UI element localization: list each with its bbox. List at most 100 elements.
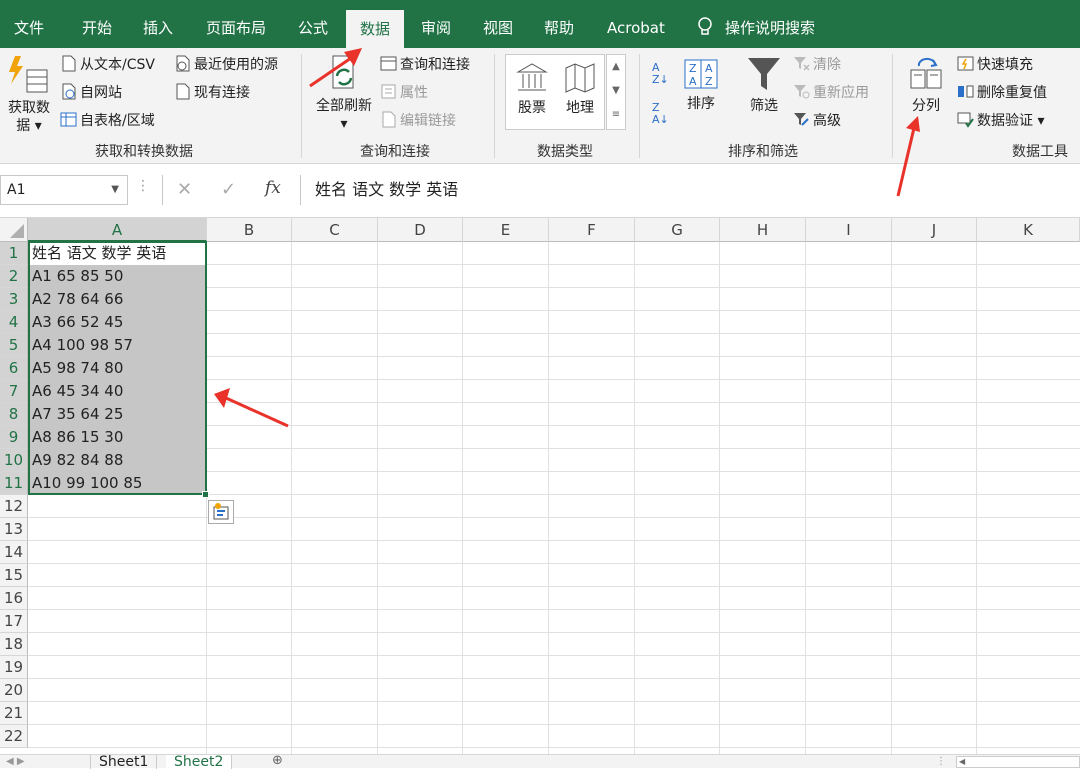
cell-a2[interactable]: A1 65 85 50: [29, 265, 206, 288]
advanced-filter-button[interactable]: 高级: [793, 110, 841, 132]
cell-a10[interactable]: A9 82 84 88: [29, 449, 206, 472]
column-header-j[interactable]: J: [892, 218, 977, 242]
refresh-all-button[interactable]: 全部刷新 ▾: [312, 54, 376, 133]
row-header[interactable]: 20: [0, 679, 28, 702]
row-header[interactable]: 14: [0, 541, 28, 564]
sheet-nav-arrows-icon[interactable]: ◀ ▶: [6, 755, 25, 769]
row-header[interactable]: 4: [0, 311, 28, 334]
get-data-button[interactable]: 获取数 据 ▾: [4, 54, 54, 135]
row-header[interactable]: 11: [0, 472, 28, 495]
properties-icon: [381, 84, 396, 99]
queries-connections-button[interactable]: 查询和连接: [380, 54, 470, 76]
column-header-k[interactable]: K: [977, 218, 1080, 242]
remove-duplicates-button[interactable]: 删除重复值: [957, 82, 1047, 104]
column-header-h[interactable]: H: [720, 218, 806, 242]
row-header[interactable]: 16: [0, 587, 28, 610]
enter-check-icon[interactable]: ✓: [221, 179, 236, 200]
column-header-b[interactable]: B: [207, 218, 292, 242]
tab-review[interactable]: 审阅: [421, 0, 451, 48]
refresh-all-dropdown[interactable]: ▾: [312, 115, 376, 133]
tab-data[interactable]: 数据: [346, 10, 405, 48]
column-header-d[interactable]: D: [378, 218, 463, 242]
sheet-tab-sheet1[interactable]: Sheet1: [90, 755, 158, 769]
row-header[interactable]: 6: [0, 357, 28, 380]
row-header[interactable]: 21: [0, 702, 28, 725]
sheet-tab-sheet2[interactable]: Sheet2: [166, 755, 233, 769]
quick-analysis-button[interactable]: [208, 500, 234, 524]
row-header[interactable]: 9: [0, 426, 28, 449]
row-header[interactable]: 2: [0, 265, 28, 288]
gridline: [28, 540, 1080, 541]
tab-file[interactable]: 文件: [14, 0, 44, 48]
row-header[interactable]: 5: [0, 334, 28, 357]
insert-function-icon[interactable]: fx: [265, 178, 281, 198]
cell-a11[interactable]: A10 99 100 85: [29, 472, 206, 495]
formula-input[interactable]: 姓名 语文 数学 英语: [300, 175, 1080, 205]
cell-a7[interactable]: A6 45 34 40: [29, 380, 206, 403]
existing-connections-button[interactable]: 现有连接: [174, 82, 250, 104]
column-header-a[interactable]: A: [28, 218, 207, 242]
cell-a1[interactable]: 姓名 语文 数学 英语: [29, 242, 206, 265]
column-header-e[interactable]: E: [463, 218, 549, 242]
tab-page-layout[interactable]: 页面布局: [206, 0, 266, 48]
geography-button[interactable]: 地理: [560, 62, 600, 117]
flash-fill-button[interactable]: 快速填充: [957, 54, 1033, 76]
name-box[interactable]: A1 ▼: [0, 175, 128, 205]
tab-acrobat[interactable]: Acrobat: [607, 0, 665, 48]
row-header[interactable]: 10: [0, 449, 28, 472]
row-header[interactable]: 3: [0, 288, 28, 311]
sort-button[interactable]: ZAAZ 排序: [678, 58, 724, 113]
cell-a6[interactable]: A5 98 74 80: [29, 357, 206, 380]
formula-bar-grip-icon[interactable]: ⋮: [136, 178, 150, 194]
text-to-columns-button[interactable]: 分列: [904, 56, 948, 115]
horizontal-scrollbar[interactable]: ◀: [956, 756, 1080, 768]
cell-a8[interactable]: A7 35 64 25: [29, 403, 206, 426]
column-header-i[interactable]: I: [806, 218, 892, 242]
select-all-corner[interactable]: [0, 218, 28, 242]
cell-a3[interactable]: A2 78 64 66: [29, 288, 206, 311]
tab-view[interactable]: 视图: [483, 0, 513, 48]
stocks-label: 股票: [518, 100, 546, 116]
cancel-icon[interactable]: ✕: [177, 179, 192, 200]
cell-a4[interactable]: A3 66 52 45: [29, 311, 206, 334]
from-table-range-button[interactable]: 自表格/区域: [60, 110, 155, 132]
row-header[interactable]: 12: [0, 495, 28, 518]
properties-button[interactable]: 属性: [380, 82, 428, 104]
row-header[interactable]: 18: [0, 633, 28, 656]
tab-home[interactable]: 开始: [82, 0, 112, 48]
fill-handle[interactable]: [202, 491, 209, 498]
filter-button[interactable]: 筛选: [742, 56, 786, 115]
tell-me-search[interactable]: 操作说明搜索: [697, 0, 815, 48]
from-web-button[interactable]: 自网站: [60, 82, 122, 104]
hscroll-grip-icon[interactable]: ⋮: [936, 755, 946, 769]
data-validation-button[interactable]: 数据验证 ▾: [957, 110, 1044, 132]
row-header[interactable]: 13: [0, 518, 28, 541]
from-text-csv-button[interactable]: 从文本/CSV: [60, 54, 155, 76]
row-header[interactable]: 8: [0, 403, 28, 426]
tab-formulas[interactable]: 公式: [298, 0, 328, 48]
row-header[interactable]: 19: [0, 656, 28, 679]
sort-descending-button[interactable]: Z A↓: [652, 102, 669, 126]
tab-insert[interactable]: 插入: [143, 0, 173, 48]
cell-a9[interactable]: A8 86 15 30: [29, 426, 206, 449]
name-box-dropdown-icon[interactable]: ▼: [111, 176, 119, 204]
add-sheet-icon[interactable]: ⊕: [272, 753, 283, 768]
gallery-scroll[interactable]: ▲ ▼ ≡: [606, 54, 626, 130]
column-header-f[interactable]: F: [549, 218, 635, 242]
tab-help[interactable]: 帮助: [544, 0, 574, 48]
clear-filter-button[interactable]: 清除: [793, 54, 841, 76]
row-header[interactable]: 17: [0, 610, 28, 633]
stocks-button[interactable]: 股票: [512, 62, 552, 117]
cell-a5[interactable]: A4 100 98 57: [29, 334, 206, 357]
row-header[interactable]: 7: [0, 380, 28, 403]
worksheet-grid[interactable]: A B C D E F G H I J K 1 2 3 4 5 6 7 8 9 …: [0, 218, 1080, 754]
row-header[interactable]: 15: [0, 564, 28, 587]
recent-sources-button[interactable]: 最近使用的源: [174, 54, 278, 76]
sort-ascending-button[interactable]: A Z↓: [652, 62, 669, 86]
reapply-button[interactable]: 重新应用: [793, 82, 869, 104]
column-header-c[interactable]: C: [292, 218, 378, 242]
row-header[interactable]: 1: [0, 242, 28, 265]
edit-links-button[interactable]: 编辑链接: [380, 110, 456, 132]
column-header-g[interactable]: G: [635, 218, 720, 242]
row-header[interactable]: 22: [0, 725, 28, 748]
